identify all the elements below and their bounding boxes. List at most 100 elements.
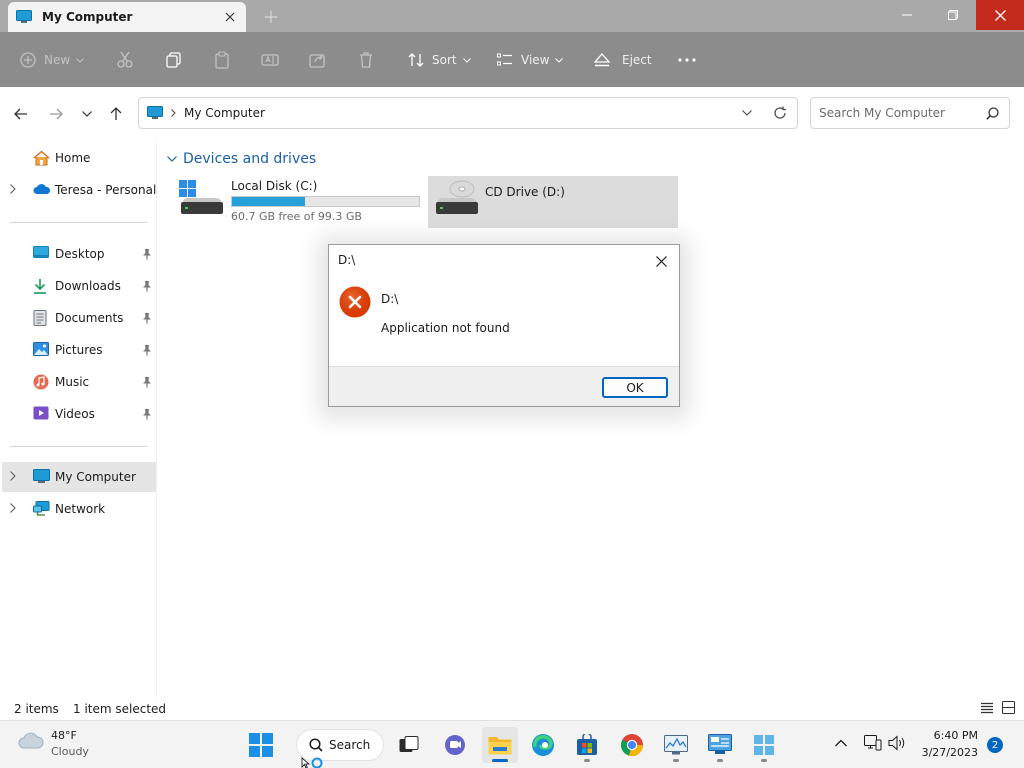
drive-free-space: 60.7 GB free of 99.3 GB xyxy=(231,210,362,223)
minimize-button[interactable] xyxy=(884,0,930,30)
clipboard-icon xyxy=(213,51,231,69)
downloads-icon xyxy=(33,278,47,294)
windows-app-icon xyxy=(753,734,775,756)
refresh-icon[interactable] xyxy=(773,106,787,120)
pin-icon[interactable] xyxy=(142,376,152,388)
rename-icon xyxy=(261,51,279,69)
group-header[interactable]: Devices and drives xyxy=(167,151,316,167)
search-box[interactable] xyxy=(810,97,1010,129)
back-button[interactable] xyxy=(10,103,32,125)
taskbar-chrome[interactable] xyxy=(614,727,650,763)
cut-button[interactable] xyxy=(116,46,134,74)
show-hidden-icons-chevron-up-icon[interactable] xyxy=(835,739,847,747)
taskbar-app-windows[interactable] xyxy=(746,727,782,763)
running-indicator xyxy=(673,759,679,762)
weather-description[interactable]: Cloudy xyxy=(51,745,89,758)
search-icon xyxy=(309,738,323,752)
task-view-button[interactable] xyxy=(391,727,427,763)
network-tray-icon[interactable] xyxy=(864,735,882,751)
volume-icon[interactable] xyxy=(888,735,906,751)
forward-button[interactable] xyxy=(45,103,67,125)
taskbar: 48°F Cloudy Search 6:40 PM 3/27/2023 2 xyxy=(0,720,1024,768)
clock-time[interactable]: 6:40 PM xyxy=(928,729,978,742)
maximize-button[interactable] xyxy=(930,0,976,30)
drive-local-disk[interactable]: Local Disk (C:) 60.7 GB free of 99.3 GB xyxy=(175,176,425,228)
dialog-close-button[interactable] xyxy=(649,251,673,271)
tiles-view-icon[interactable] xyxy=(1002,701,1015,714)
sidebar-item-documents[interactable]: Documents xyxy=(4,303,156,333)
new-button[interactable]: New xyxy=(20,46,85,74)
new-tab-icon[interactable] xyxy=(260,6,282,28)
chrome-icon xyxy=(620,733,644,757)
running-indicator xyxy=(584,759,590,762)
sort-icon xyxy=(408,52,424,68)
chevron-right-icon[interactable] xyxy=(10,471,16,481)
error-icon xyxy=(339,286,371,318)
eject-button[interactable]: Eject xyxy=(594,46,652,74)
taskbar-file-explorer[interactable] xyxy=(482,727,518,763)
taskbar-edge[interactable] xyxy=(525,727,561,763)
sidebar-item-desktop[interactable]: Desktop xyxy=(4,239,156,269)
documents-icon xyxy=(33,310,47,326)
sidebar-item-music[interactable]: Music xyxy=(4,367,156,397)
task-view-icon xyxy=(399,736,419,754)
pin-icon[interactable] xyxy=(142,312,152,324)
notification-badge[interactable]: 2 xyxy=(987,737,1003,753)
taskbar-resource-monitor[interactable] xyxy=(658,727,694,763)
up-button[interactable] xyxy=(105,103,127,125)
taskbar-control-panel[interactable] xyxy=(702,727,738,763)
address-dropdown-icon[interactable] xyxy=(742,110,752,116)
search-icon[interactable] xyxy=(986,107,999,120)
dialog-path: D:\ xyxy=(381,292,399,306)
details-view-icon[interactable] xyxy=(981,702,993,714)
ok-button[interactable]: OK xyxy=(602,377,668,398)
music-icon xyxy=(33,374,49,390)
view-button[interactable]: View xyxy=(497,46,564,74)
chevron-right-icon[interactable] xyxy=(10,184,16,194)
search-input[interactable] xyxy=(819,106,979,120)
drive-cd-drive[interactable]: CD Drive (D:) xyxy=(428,176,678,228)
start-button[interactable] xyxy=(243,727,279,763)
delete-button[interactable] xyxy=(357,46,375,74)
window-tab[interactable]: My Computer xyxy=(8,2,246,32)
sidebar-item-my-computer[interactable]: My Computer xyxy=(2,462,156,492)
chevron-down-icon xyxy=(167,156,177,162)
copy-button[interactable] xyxy=(165,46,183,74)
sort-button[interactable]: Sort xyxy=(408,46,471,74)
chat-button[interactable] xyxy=(437,727,473,763)
sidebar-item-videos[interactable]: Videos xyxy=(4,399,156,429)
pin-icon[interactable] xyxy=(142,248,152,260)
sidebar-item-network[interactable]: Network xyxy=(4,494,156,524)
more-options-button[interactable] xyxy=(678,46,696,74)
pin-icon[interactable] xyxy=(142,408,152,420)
videos-icon xyxy=(33,406,49,420)
recent-locations-button[interactable] xyxy=(76,103,98,125)
computer-icon xyxy=(16,10,32,24)
chevron-right-icon[interactable] xyxy=(10,503,16,513)
windows-logo-icon xyxy=(249,733,273,757)
clock-date[interactable]: 3/27/2023 xyxy=(918,746,978,759)
close-tab-icon[interactable] xyxy=(218,5,242,29)
paste-button[interactable] xyxy=(213,46,231,74)
sidebar-item-pictures[interactable]: Pictures xyxy=(4,335,156,365)
chevron-down-icon xyxy=(462,57,471,63)
pin-icon[interactable] xyxy=(142,280,152,292)
weather-temperature[interactable]: 48°F xyxy=(51,729,77,742)
control-panel-icon xyxy=(708,734,732,756)
breadcrumb[interactable]: My Computer xyxy=(184,106,265,120)
desktop-icon xyxy=(33,246,49,260)
rename-button[interactable] xyxy=(261,46,279,74)
share-button[interactable] xyxy=(309,46,327,74)
address-bar[interactable]: My Computer xyxy=(138,97,798,129)
pin-icon[interactable] xyxy=(142,344,152,356)
cd-drive-icon xyxy=(434,180,480,216)
sidebar-item-home[interactable]: Home xyxy=(4,143,156,173)
cloud-icon[interactable] xyxy=(18,730,44,750)
sidebar-item-downloads[interactable]: Downloads xyxy=(4,271,156,301)
drive-label: CD Drive (D:) xyxy=(485,185,565,199)
taskbar-store[interactable] xyxy=(569,727,605,763)
mouse-cursor-busy-icon xyxy=(301,757,327,768)
pictures-icon xyxy=(33,342,49,356)
sidebar-item-onedrive[interactable]: Teresa - Personal xyxy=(4,175,156,205)
close-window-button[interactable] xyxy=(976,0,1024,30)
